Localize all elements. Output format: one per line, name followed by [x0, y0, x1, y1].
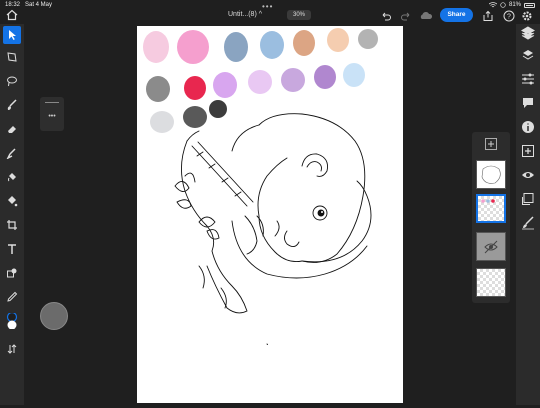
- color-swatch: [358, 29, 378, 49]
- eraser-icon[interactable]: [3, 120, 21, 138]
- layer-thumbnail-4[interactable]: [476, 268, 506, 297]
- svg-text:?: ?: [507, 14, 511, 21]
- color-swatch: [184, 76, 206, 100]
- right-toolbar: [516, 24, 540, 405]
- battery-icon: [524, 2, 535, 8]
- character-line-art: [174, 113, 372, 345]
- more-options-dots[interactable]: •••: [40, 113, 64, 120]
- add-layer-button[interactable]: [485, 138, 497, 150]
- layer-thumbnail-2[interactable]: [476, 194, 506, 223]
- color-swatch: [224, 32, 248, 62]
- home-icon[interactable]: [6, 9, 18, 21]
- color-swatch: [248, 70, 272, 94]
- cloud-icon[interactable]: [419, 10, 433, 22]
- top-bar: Untit...(8) ^ 30% Share ?: [0, 8, 540, 24]
- color-swatch: [146, 76, 170, 102]
- layers-icon[interactable]: [521, 26, 535, 40]
- eyedropper-icon[interactable]: [3, 288, 21, 306]
- document-title-text: Untit...(8): [228, 11, 257, 18]
- color-swatches: [143, 28, 378, 133]
- slider-track[interactable]: [45, 102, 59, 103]
- layer-thumbnail-3[interactable]: [476, 232, 506, 261]
- redo-icon[interactable]: [400, 10, 412, 22]
- share-button[interactable]: Share: [440, 8, 473, 22]
- color-swatch: [143, 31, 169, 63]
- adjustments-icon[interactable]: [521, 72, 535, 86]
- smudge-icon[interactable]: [3, 144, 21, 162]
- swap-icon[interactable]: [3, 340, 21, 358]
- brush-size-indicator[interactable]: [40, 302, 68, 330]
- lasso-transform-icon[interactable]: [3, 48, 21, 66]
- shape-icon[interactable]: [3, 264, 21, 282]
- color-swatch: [343, 63, 365, 87]
- lasso-icon[interactable]: [3, 72, 21, 90]
- drawing-canvas[interactable]: [137, 26, 403, 403]
- info-icon[interactable]: [521, 120, 535, 134]
- fill-icon[interactable]: [3, 192, 21, 210]
- left-toolbar: [0, 24, 24, 405]
- zoom-level[interactable]: 30%: [287, 10, 311, 20]
- mask-icon[interactable]: [521, 192, 535, 206]
- color-swatch: [209, 100, 227, 118]
- color-swatch: [260, 31, 284, 59]
- color-swatch: [293, 30, 315, 56]
- paint-brush-icon[interactable]: [3, 96, 21, 114]
- color-swatch: [327, 28, 349, 52]
- layers-panel: [472, 132, 510, 303]
- color-swatch: [177, 30, 209, 64]
- crop-icon[interactable]: [3, 216, 21, 234]
- document-title[interactable]: Untit...(8) ^: [228, 11, 262, 18]
- layer-stack-icon[interactable]: [521, 48, 535, 62]
- export-icon[interactable]: [482, 10, 494, 22]
- color-swatch-icon[interactable]: [3, 310, 21, 329]
- add-layer-icon[interactable]: [521, 144, 535, 158]
- color-swatch: [183, 106, 207, 128]
- opacity-slider-panel[interactable]: •••: [40, 97, 64, 131]
- undo-icon[interactable]: [380, 10, 392, 22]
- settings-icon[interactable]: [521, 10, 533, 22]
- color-swatch: [314, 65, 336, 89]
- paint-bucket-icon[interactable]: [3, 168, 21, 186]
- canvas-artwork: [143, 28, 378, 345]
- text-icon[interactable]: [3, 240, 21, 258]
- color-swatch: [150, 111, 174, 133]
- comment-icon[interactable]: [521, 96, 535, 110]
- help-icon[interactable]: ?: [503, 10, 515, 22]
- select-arrow-icon[interactable]: [3, 26, 21, 44]
- visibility-icon[interactable]: [521, 168, 535, 182]
- color-swatch: [281, 68, 305, 92]
- chevron-up-icon: ^: [258, 11, 263, 18]
- color-swatch: [213, 72, 237, 98]
- brush-settings-icon[interactable]: [521, 216, 535, 230]
- layer-thumbnail-1[interactable]: [476, 160, 506, 189]
